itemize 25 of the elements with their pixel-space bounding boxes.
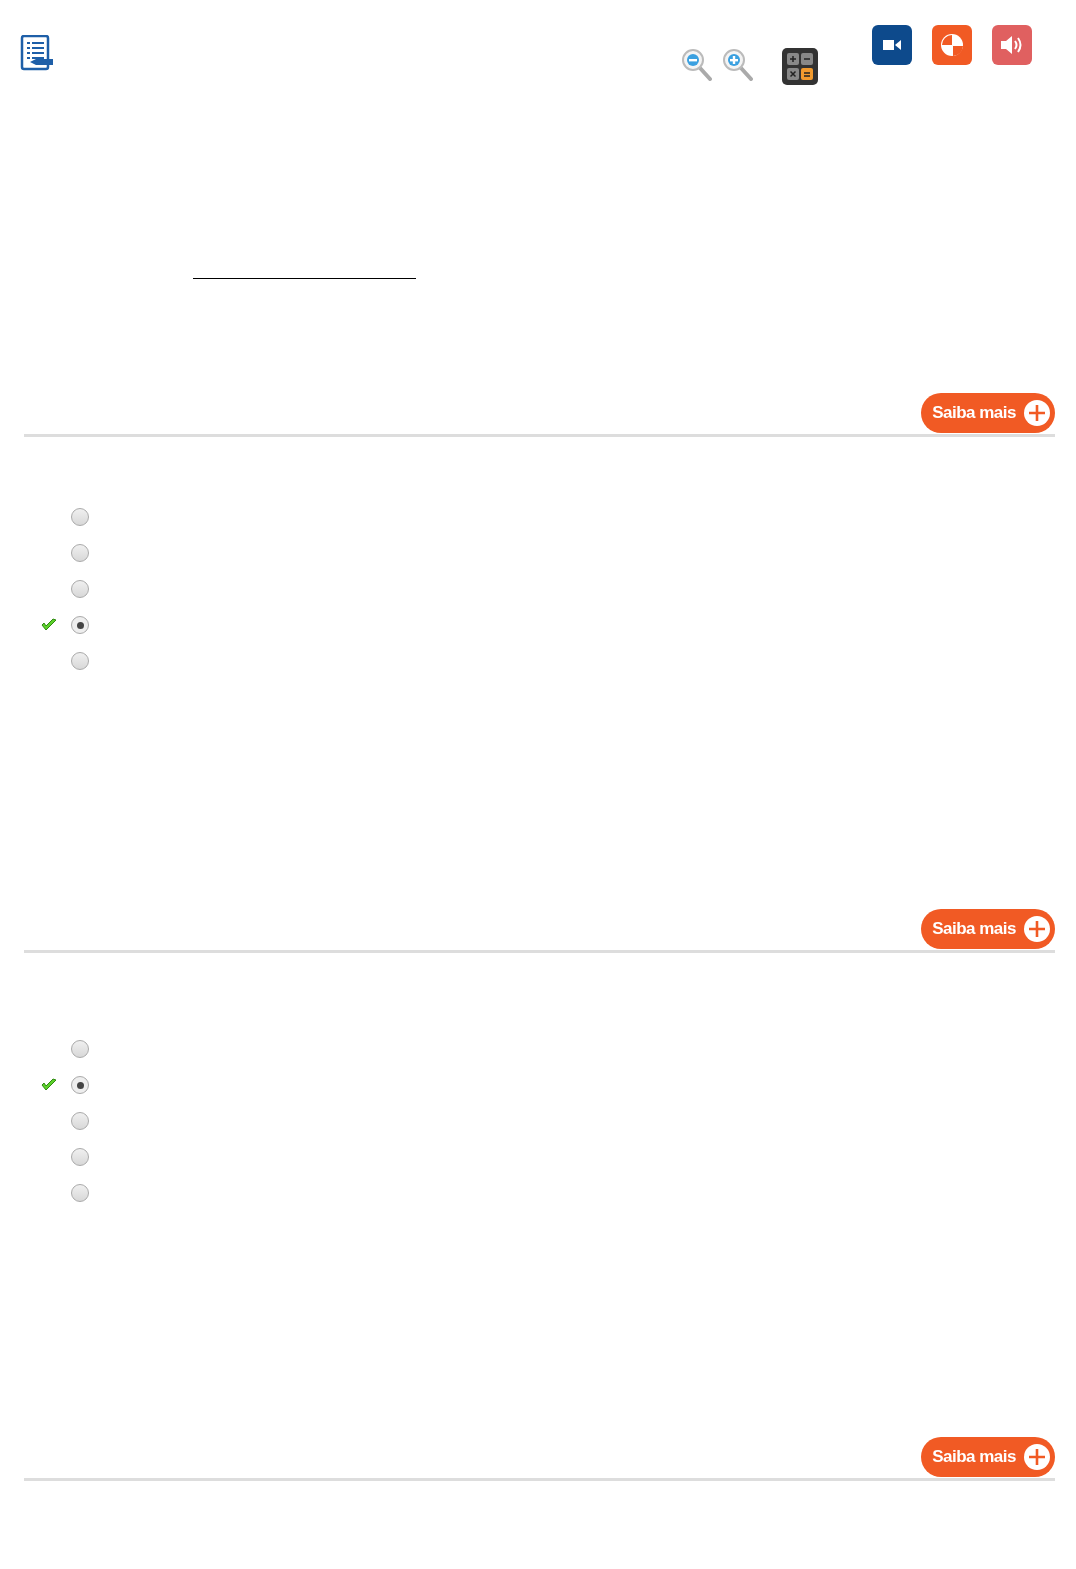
- video-camera-icon: [882, 38, 902, 52]
- radio-button[interactable]: [71, 1076, 89, 1094]
- radio-button[interactable]: [71, 580, 89, 598]
- learn-more-button[interactable]: Saiba mais: [921, 1437, 1055, 1477]
- radio-button[interactable]: [71, 616, 89, 634]
- radio-button[interactable]: [71, 1112, 89, 1130]
- radio-button[interactable]: [71, 508, 89, 526]
- learn-more-button[interactable]: Saiba mais: [921, 393, 1055, 433]
- speaker-button[interactable]: [992, 25, 1032, 65]
- radio-button[interactable]: [71, 1184, 89, 1202]
- document-list-icon[interactable]: [20, 35, 53, 71]
- zoom-out-icon[interactable]: [681, 48, 712, 81]
- zoom-in-icon[interactable]: [722, 48, 753, 81]
- learn-more-button[interactable]: Saiba mais: [921, 909, 1055, 949]
- plus-icon: [1023, 399, 1051, 427]
- calculator-icon[interactable]: [781, 47, 819, 86]
- radio-button[interactable]: [71, 1148, 89, 1166]
- radio-button[interactable]: [71, 544, 89, 562]
- video-button[interactable]: [872, 25, 912, 65]
- plus-icon: [1023, 1443, 1051, 1471]
- plus-icon: [1023, 915, 1051, 943]
- pie-chart-button[interactable]: [932, 25, 972, 65]
- pie-chart-icon: [939, 32, 965, 58]
- radio-button[interactable]: [71, 652, 89, 670]
- radio-button[interactable]: [71, 1040, 89, 1058]
